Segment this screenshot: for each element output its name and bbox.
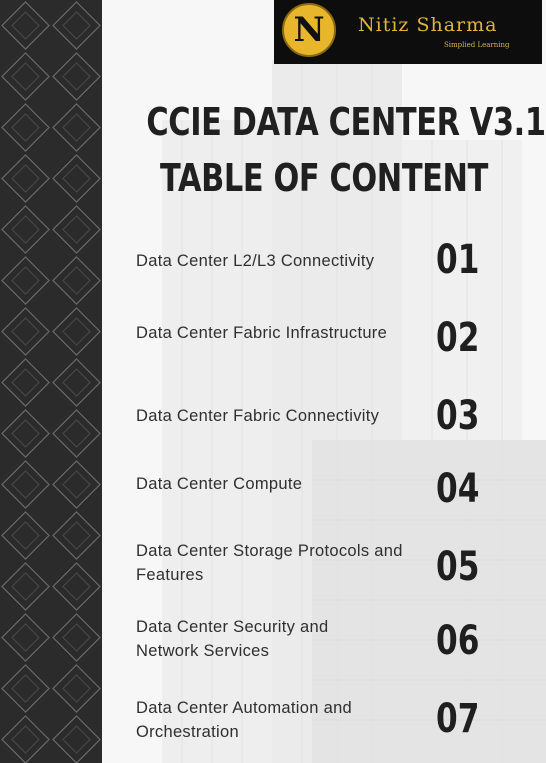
document-page: N Nitiz Sharma Simplied Learning CCIE DA… <box>0 0 546 763</box>
toc-item-number: 02 <box>436 315 480 361</box>
diamond-pattern <box>0 0 102 763</box>
logo-emblem: N <box>282 3 336 57</box>
brand-logo: N Nitiz Sharma Simplied Learning <box>274 0 542 64</box>
toc-item-label: Data Center Compute <box>136 475 303 493</box>
toc-item-label: Data Center Fabric Infrastructure <box>136 324 388 342</box>
logo-letter: N <box>293 10 325 50</box>
toc-item-label: Data Center L2/L3 Connectivity <box>136 252 375 270</box>
decorative-sidebar <box>0 0 102 763</box>
toc-item-number: 05 <box>436 544 480 590</box>
brand-tagline: Simplied Learning <box>444 41 510 49</box>
toc-item-number: 01 <box>436 237 480 283</box>
toc-item-number: 03 <box>436 393 480 439</box>
toc-item-label: Data Center Automation and Orchestration <box>136 699 353 741</box>
brand-name: Nitiz Sharma <box>358 14 498 36</box>
toc-item-label: Data Center Fabric Connectivity <box>136 407 380 425</box>
toc-item-label: Data Center Security and Network Service… <box>136 618 329 660</box>
page-title-line-2: TABLE OF CONTENT <box>160 156 488 200</box>
toc-item-number: 06 <box>436 618 480 664</box>
toc-item-number: 07 <box>436 696 480 742</box>
toc-item-label: Data Center Storage Protocols and Featur… <box>136 542 403 584</box>
toc-item-number: 04 <box>436 466 480 512</box>
page-title-line-1: CCIE DATA CENTER V3.1 <box>146 100 546 144</box>
